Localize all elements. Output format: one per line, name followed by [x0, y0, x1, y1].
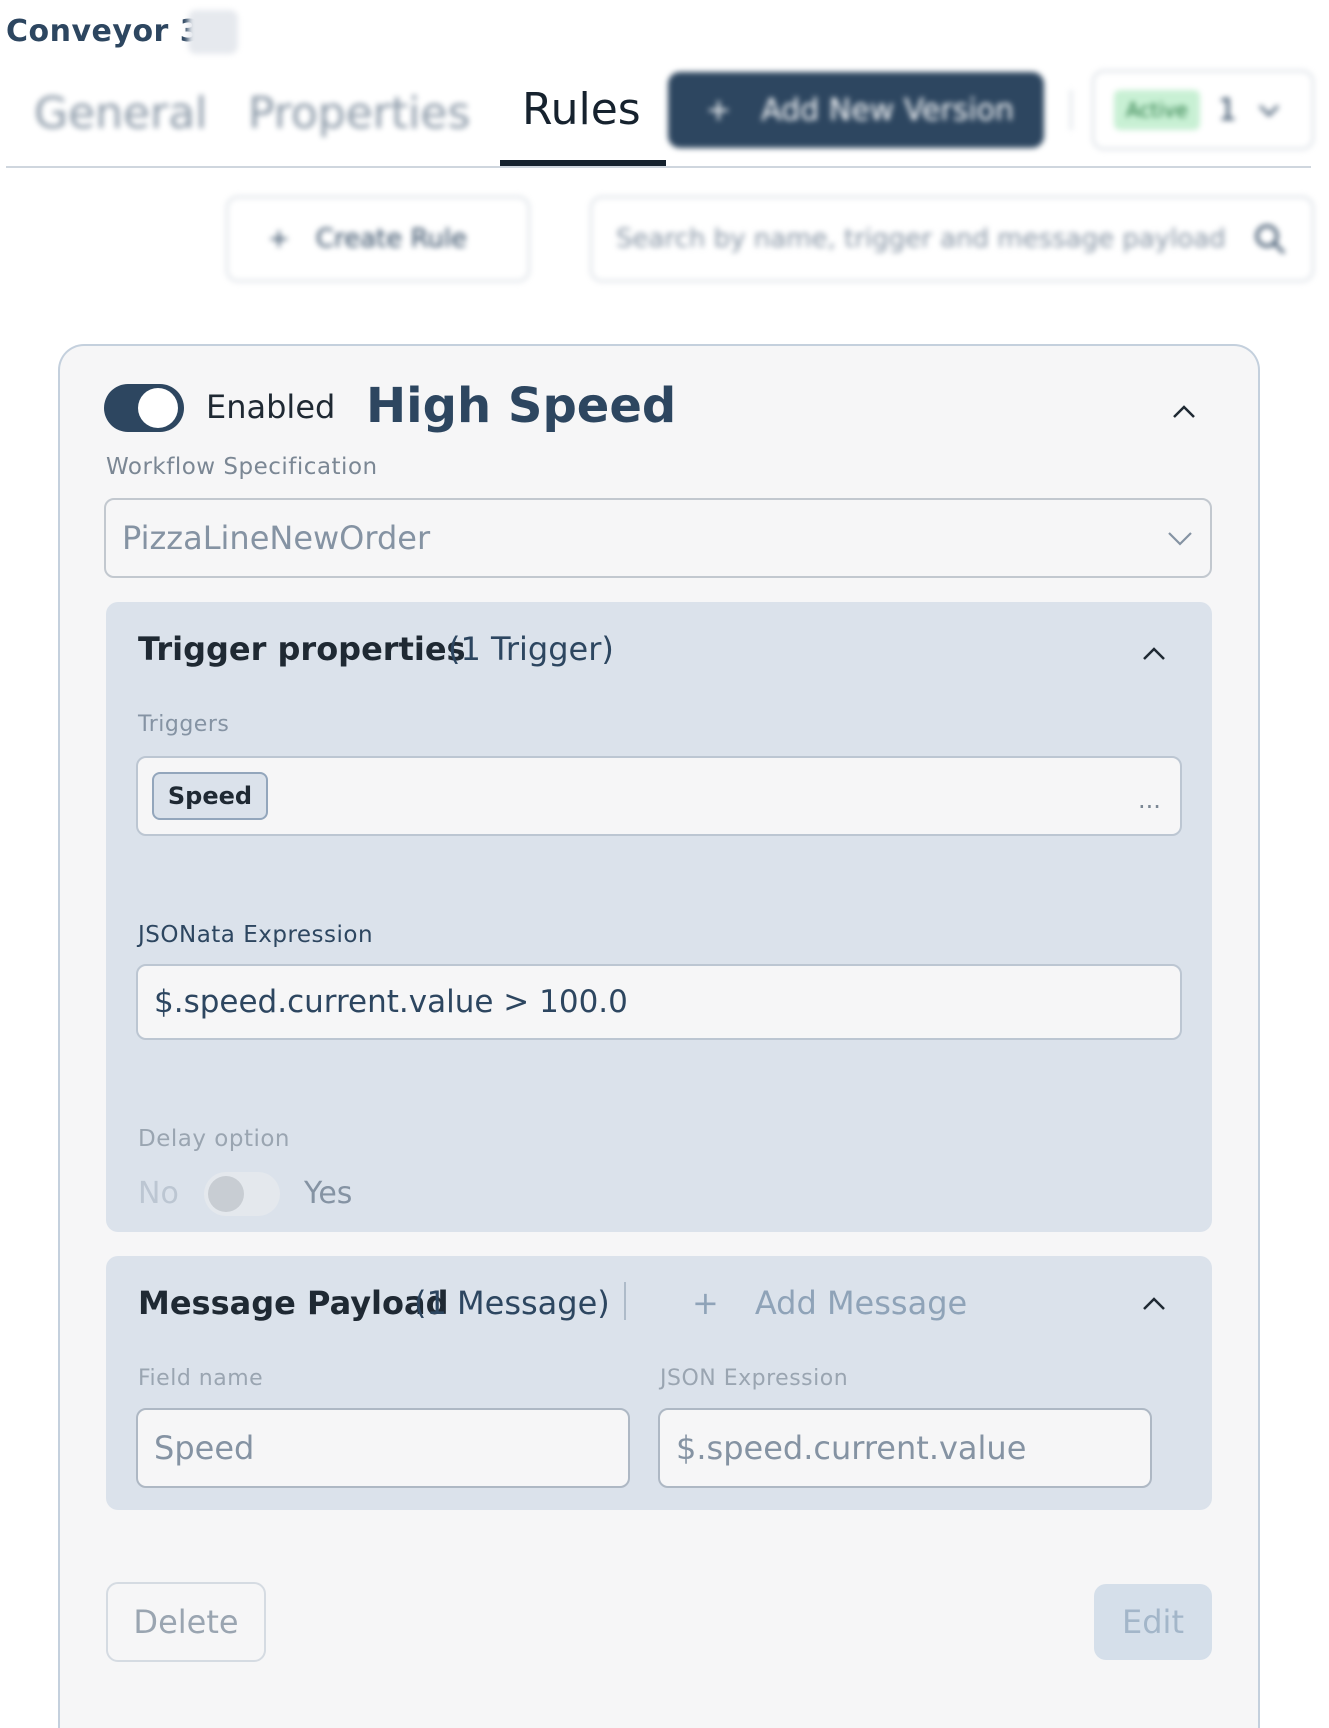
trigger-properties-title: Trigger properties: [138, 630, 466, 668]
message-payload-title: Message Payload: [138, 1284, 449, 1322]
field-name-input[interactable]: Speed: [136, 1408, 630, 1488]
collapse-trigger-icon[interactable]: [1140, 640, 1168, 668]
delay-yes-label: Yes: [304, 1176, 353, 1211]
workflow-spec-value: PizzaLineNewOrder: [122, 519, 431, 557]
enabled-label: Enabled: [206, 388, 336, 426]
plus-icon: +: [268, 224, 290, 254]
chevron-down-icon: [1259, 105, 1279, 117]
plus-icon: +: [706, 92, 732, 128]
message-count: (1 Message): [414, 1284, 610, 1322]
workflow-spec-label: Workflow Specification: [106, 454, 378, 480]
field-name-label: Field name: [138, 1366, 264, 1391]
search-placeholder: Search by name, trigger and message payl…: [616, 224, 1226, 254]
workflow-spec-select[interactable]: PizzaLineNewOrder: [104, 498, 1212, 578]
create-rule-button[interactable]: + Create Rule: [226, 196, 530, 282]
json-expression-input[interactable]: $.speed.current.value: [658, 1408, 1152, 1488]
tabs-divider: [6, 166, 1311, 168]
delay-option-label: Delay option: [138, 1126, 290, 1152]
asset-title: Conveyor 3: [6, 14, 202, 49]
triggers-field[interactable]: [136, 756, 1182, 836]
collapse-rule-icon[interactable]: [1170, 398, 1198, 426]
jsonata-label: JSONata Expression: [138, 922, 374, 948]
search-input[interactable]: Search by name, trigger and message payl…: [590, 196, 1314, 282]
version-select[interactable]: Active 1: [1092, 70, 1314, 150]
edit-button[interactable]: Edit: [1094, 1584, 1212, 1660]
collapse-message-icon[interactable]: [1140, 1290, 1168, 1318]
json-expression-label: JSON Expression: [660, 1366, 849, 1391]
asset-badge: [188, 10, 238, 54]
trigger-count: (1 Trigger): [448, 630, 614, 668]
create-rule-label: Create Rule: [315, 224, 468, 254]
version-status-badge: Active: [1114, 90, 1200, 130]
jsonata-expression-input[interactable]: $.speed.current.value > 100.0: [136, 964, 1182, 1040]
tab-properties[interactable]: Properties: [248, 88, 470, 139]
tab-rules[interactable]: Rules: [522, 84, 641, 135]
delay-no-label: No: [138, 1176, 179, 1211]
search-icon: [1255, 224, 1286, 255]
more-icon[interactable]: ...: [1138, 786, 1161, 814]
tab-general[interactable]: General: [34, 88, 207, 139]
add-message-button[interactable]: + Add Message: [692, 1284, 967, 1322]
plus-icon: +: [692, 1284, 719, 1322]
trigger-chip[interactable]: Speed: [152, 772, 268, 820]
add-new-version-label: Add New Version: [761, 92, 1015, 128]
add-new-version-button[interactable]: + Add New Version: [668, 72, 1044, 148]
header-separator: [1070, 90, 1072, 130]
delay-toggle-knob: [208, 1176, 244, 1212]
enabled-toggle-knob: [138, 388, 178, 428]
chevron-down-icon: [1168, 532, 1192, 546]
message-separator: [624, 1282, 626, 1320]
add-message-label: Add Message: [754, 1284, 968, 1322]
version-number: 1: [1217, 92, 1237, 128]
triggers-label: Triggers: [138, 712, 230, 737]
rule-title: High Speed: [366, 378, 677, 434]
delete-button[interactable]: Delete: [106, 1582, 266, 1662]
